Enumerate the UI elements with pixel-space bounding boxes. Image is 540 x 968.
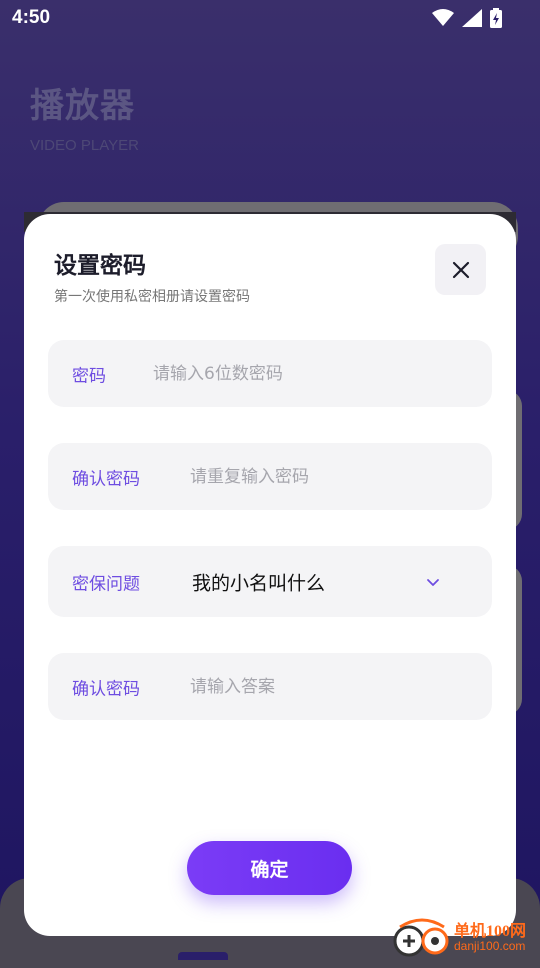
background-title: 播放器: [30, 86, 135, 126]
battery-icon: [490, 8, 502, 28]
watermark: 单机100网 danji100.com: [392, 915, 540, 960]
wifi-icon: [432, 9, 454, 26]
status-icons: [432, 8, 502, 28]
confirm-password-input[interactable]: [190, 466, 430, 487]
watermark-name: 单机100网: [454, 923, 527, 940]
password-label: 密码: [72, 366, 106, 386]
dialog-title: 设置密码: [54, 253, 146, 279]
security-answer-label: 确认密码: [72, 679, 140, 699]
dialog-subtitle: 第一次使用私密相册请设置密码: [54, 289, 250, 305]
confirm-password-label: 确认密码: [72, 469, 140, 489]
close-button[interactable]: [435, 244, 486, 295]
security-answer-input[interactable]: [190, 676, 430, 697]
security-question-select[interactable]: 密保问题 我的小名叫什么: [48, 546, 492, 617]
signal-icon: [462, 9, 482, 27]
confirm-button[interactable]: 确定: [187, 841, 352, 895]
security-question-label: 密保问题: [72, 574, 140, 594]
background-tab-indicator: [178, 952, 228, 960]
watermark-logo-icon: [393, 918, 449, 957]
close-icon: [452, 261, 469, 278]
security-question-value: 我的小名叫什么: [192, 572, 326, 594]
status-bar: 4:50: [0, 0, 540, 38]
watermark-url: danji100.com: [454, 939, 526, 953]
confirm-password-field[interactable]: 确认密码: [48, 443, 492, 510]
background-subtitle: VIDEO PLAYER: [30, 137, 139, 154]
chevron-down-icon[interactable]: [424, 573, 442, 591]
status-time: 4:50: [12, 7, 51, 28]
set-password-dialog: 设置密码 第一次使用私密相册请设置密码 密码 确认密码 密保问题 我的小名叫什么…: [24, 214, 516, 936]
password-input[interactable]: [153, 363, 393, 384]
security-answer-field[interactable]: 确认密码: [48, 653, 492, 720]
password-field[interactable]: 密码: [48, 340, 492, 407]
